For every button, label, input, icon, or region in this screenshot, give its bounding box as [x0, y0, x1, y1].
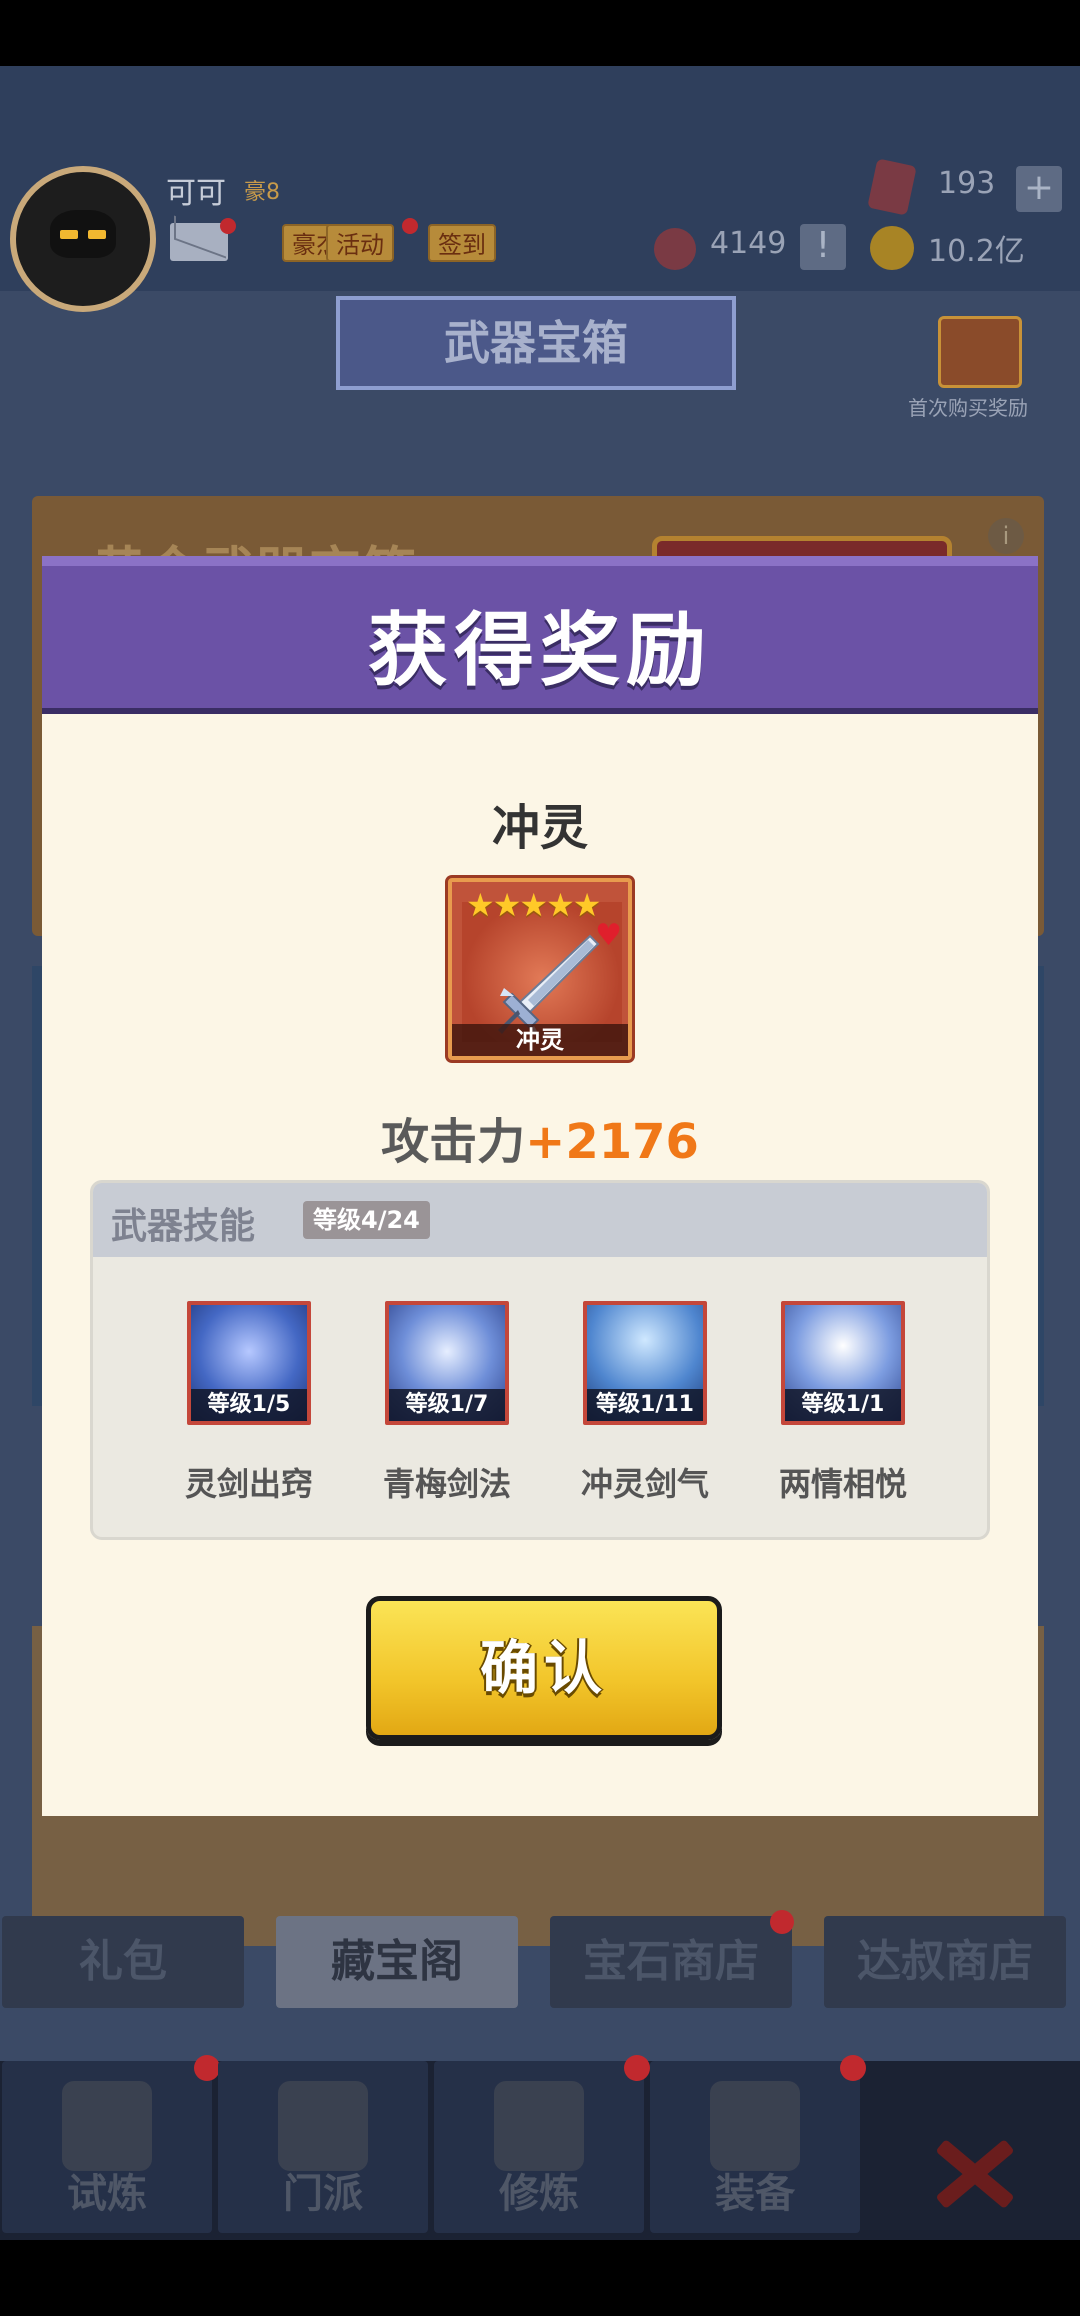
manual-book-icon: [494, 2081, 584, 2171]
tab-dashu-shop[interactable]: 达叔商店: [824, 1916, 1066, 2008]
info-icon[interactable]: i: [988, 518, 1024, 554]
page-title-text: 武器宝箱: [444, 316, 628, 370]
close-icon[interactable]: [930, 2128, 1020, 2218]
weapon-skills-level-badge: 等级4/24: [303, 1201, 430, 1239]
confirm-button[interactable]: 确认: [366, 1596, 722, 1740]
nav-trial[interactable]: 试炼: [2, 2061, 212, 2233]
mail-notification-dot: [220, 218, 236, 234]
nav-trial-label: 试炼: [67, 2171, 147, 2217]
confirm-button-label: 确认: [479, 1634, 608, 1702]
first-purchase-chest-icon[interactable]: [938, 316, 1022, 388]
nav-cultivate[interactable]: 修炼: [434, 2061, 644, 2233]
skill-level: 等级1/1: [785, 1389, 901, 1421]
nav-sect[interactable]: 门派: [218, 2061, 428, 2233]
avatar[interactable]: [10, 166, 156, 312]
skill-level: 等级1/7: [389, 1389, 505, 1421]
avatar-eye-icon: [88, 230, 106, 239]
skill-name: 冲灵剑气: [580, 1465, 709, 1503]
add-gems-button[interactable]: +: [1016, 166, 1062, 212]
tag-activity[interactable]: 活动: [326, 224, 394, 262]
skill-name: 灵剑出窍: [184, 1465, 313, 1503]
skill-mutual-love-icon[interactable]: 等级1/1: [781, 1301, 905, 1425]
weapon-card-label: 冲灵: [452, 1024, 628, 1056]
nav-cultivate-label: 修炼: [499, 2171, 579, 2217]
activity-notification-dot: [402, 218, 418, 234]
sword-icon: [710, 2081, 800, 2171]
nav-equipment[interactable]: 装备: [650, 2061, 860, 2233]
temple-icon: [278, 2081, 368, 2171]
cultivate-notification-dot: [624, 2055, 650, 2081]
gold-coin-icon: [870, 226, 914, 270]
bottom-nav: 试炼 门派 修炼 装备: [0, 2055, 1080, 2240]
trial-notification-dot: [194, 2055, 220, 2081]
ninja-icon: [62, 2081, 152, 2171]
token-info-button[interactable]: !: [800, 224, 846, 270]
nav-equipment-label: 装备: [715, 2171, 795, 2217]
page-title: 武器宝箱: [336, 296, 736, 390]
skill-spirit-sword-icon[interactable]: 等级1/5: [187, 1301, 311, 1425]
tokens-value: 4149: [710, 226, 787, 261]
attack-value: +2176: [525, 1114, 699, 1170]
gold-value: 10.2亿: [928, 234, 1025, 269]
avatar-eye-icon: [60, 230, 78, 239]
weapon-card[interactable]: ★★★★★ ♥ 冲灵: [448, 878, 632, 1060]
skill-name: 两情相悦: [778, 1465, 907, 1503]
attack-label: 攻击力: [381, 1114, 526, 1170]
first-purchase-reward-label: 首次购买奖励: [908, 396, 1028, 420]
tab-gem-shop[interactable]: 宝石商店: [550, 1916, 792, 2008]
weapon-name: 冲灵: [491, 800, 588, 856]
tag-checkin[interactable]: 签到: [428, 224, 496, 262]
gem-shop-notification-dot: [770, 1910, 794, 1934]
shop-tabs: 礼包 藏宝阁 宝石商店 达叔商店: [0, 1910, 1080, 2016]
tab-treasure-pavilion[interactable]: 藏宝阁: [276, 1916, 518, 2008]
reward-modal: 获得奖励 冲灵 ★★★★★ ♥ 冲灵 攻击力+2176 武器技能 等级4/24 …: [42, 556, 1038, 1816]
star-rating-icon: ★★★★★: [466, 886, 601, 924]
weapon-skills-panel: 武器技能 等级4/24 等级1/5 灵剑出窍 等级1/7 青梅剑法 等级1/11…: [90, 1180, 990, 1540]
gem-icon: [867, 158, 917, 216]
skill-sword-qi-icon[interactable]: 等级1/11: [583, 1301, 707, 1425]
weapon-skills-header: 武器技能 等级4/24: [93, 1183, 987, 1257]
modal-title: 获得奖励: [368, 604, 712, 697]
skill-level: 等级1/11: [587, 1389, 703, 1421]
vip-badge: 豪8: [244, 180, 280, 205]
modal-header: 获得奖励: [42, 556, 1038, 714]
mail-icon[interactable]: [170, 223, 228, 261]
player-name: 可可: [166, 176, 226, 211]
skill-plum-swordplay-icon[interactable]: 等级1/7: [385, 1301, 509, 1425]
nav-sect-label: 门派: [283, 2171, 363, 2217]
skill-name: 青梅剑法: [382, 1465, 511, 1503]
tab-gift-pack[interactable]: 礼包: [2, 1916, 244, 2008]
weapon-skills-title: 武器技能: [111, 1206, 256, 1247]
top-bar: 可可 豪8 豪杰 活动 签到 193 + 4149 ! 10.2亿: [0, 66, 1080, 312]
gems-value: 193: [938, 166, 996, 201]
token-icon: [654, 228, 696, 270]
attack-stat: 攻击力+2176: [42, 1102, 1038, 1172]
equipment-notification-dot: [840, 2055, 866, 2081]
skill-level: 等级1/5: [191, 1389, 307, 1421]
